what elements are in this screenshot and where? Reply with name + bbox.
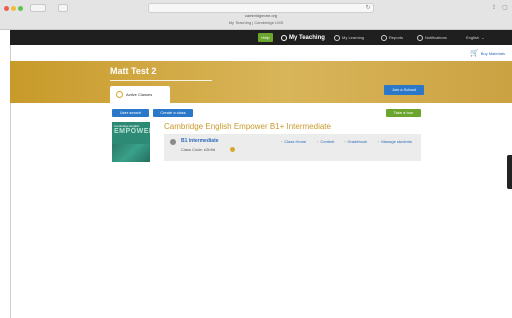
sidebar-toggle-button[interactable] [58, 4, 68, 12]
content-label: Content [320, 139, 335, 144]
manage-students-label: Manage students [381, 139, 413, 144]
bell-icon [417, 34, 423, 41]
feedback-side-tab[interactable] [507, 155, 512, 189]
chevron-right-icon: › [317, 139, 319, 144]
back-forward-buttons[interactable] [30, 4, 46, 12]
maximize-window-icon[interactable] [18, 6, 23, 11]
minimize-window-icon[interactable] [11, 6, 16, 11]
chevron-right-icon: › [281, 139, 283, 144]
language-select-label: English [466, 35, 480, 40]
chevron-down-icon: ⌄ [481, 35, 485, 40]
tabs-overview-icon[interactable]: ▢ [501, 4, 509, 12]
take-tour-button[interactable]: Take a tour [386, 109, 421, 117]
nav-my-teaching[interactable]: My Teaching [281, 30, 325, 45]
user-search-button[interactable]: User search [112, 109, 149, 117]
tab-title[interactable]: My Teaching | Cambridge LMS [0, 20, 512, 25]
nav-my-learning[interactable]: My Learning [334, 30, 364, 45]
content-link[interactable]: › Content [317, 139, 334, 144]
tab-active-classes[interactable]: Active Classes [110, 86, 170, 103]
class-home-link[interactable]: › Class Home [281, 139, 306, 144]
cover-title-text: EMPOWER [114, 128, 150, 135]
class-name-link[interactable]: B1 intermediate [181, 138, 219, 144]
buy-materials-label: Buy Materials [480, 50, 505, 56]
nav-notifications[interactable]: Notifications [417, 30, 447, 45]
class-home-label: Class Home [284, 139, 307, 144]
profile-banner: Matt Test 2 Active Classes Join a School [10, 61, 512, 103]
class-code-info-icon[interactable] [230, 147, 235, 152]
nav-reports-label: Reports [389, 35, 404, 40]
nav-reports[interactable]: Reports [381, 30, 403, 45]
address-bar[interactable]: cambridgeone.org [148, 3, 374, 18]
banner-divider [110, 80, 212, 81]
nav-my-teaching-label: My Teaching [289, 34, 325, 41]
gradebook-link[interactable]: › Gradebook [344, 139, 367, 144]
cover-artwork [112, 144, 150, 162]
buy-materials-link[interactable]: 🛒 Buy Materials [470, 49, 505, 57]
cart-icon: 🛒 [470, 50, 479, 57]
teaching-icon [281, 34, 287, 41]
address-bar-url: cambridgeone.org [244, 13, 278, 18]
user-name-heading: Matt Test 2 [110, 66, 157, 76]
course-title-link[interactable]: Cambridge English Empower B1+ Intermedia… [164, 122, 331, 131]
join-school-button[interactable]: Join a School [384, 85, 424, 95]
course-cover-image[interactable]: Cambridge English EMPOWER [112, 122, 150, 162]
class-row: B1 intermediate Class Code: e2b9d › Class… [164, 134, 421, 161]
tab-active-classes-label: Active Classes [126, 92, 153, 97]
class-code-text: Class Code: e2b9d [181, 147, 216, 152]
gradebook-label: Gradebook [347, 139, 368, 144]
close-window-icon[interactable] [4, 6, 9, 11]
classes-icon [116, 91, 123, 98]
reload-icon[interactable]: ↻ [364, 4, 372, 12]
class-icon [170, 139, 176, 145]
help-button[interactable]: Help [258, 33, 273, 42]
learning-icon [334, 34, 340, 41]
chevron-right-icon: › [344, 139, 346, 144]
create-class-button[interactable]: Create a class [153, 109, 193, 117]
manage-students-link[interactable]: › Manage students [378, 139, 412, 144]
reports-icon [381, 34, 387, 41]
top-navbar: Help My Teaching My Learning Reports Not… [10, 30, 512, 45]
nav-my-learning-label: My Learning [342, 35, 365, 40]
nav-notifications-label: Notifications [425, 35, 447, 40]
chevron-right-icon: › [378, 139, 380, 144]
share-icon[interactable]: ⇪ [490, 4, 498, 12]
browser-toolbar: ▪ cambridgeone.org ↻ ⇪ ▢ My Teaching | C… [0, 0, 512, 30]
language-select[interactable]: English ⌄ [466, 30, 484, 45]
